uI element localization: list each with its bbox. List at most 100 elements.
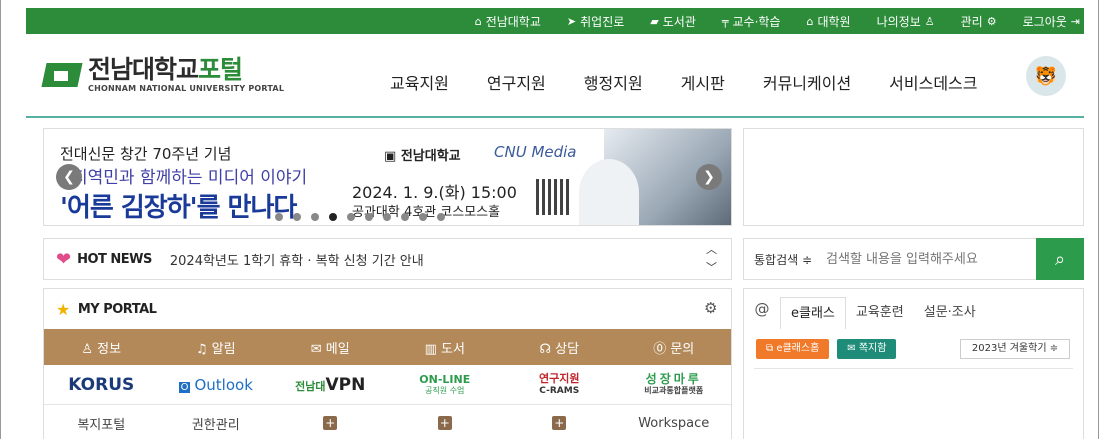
tab-survey[interactable]: 설문·조사 <box>914 297 986 329</box>
banner-org-text: 전남대학교 <box>400 149 461 164</box>
nav-admin[interactable]: 행정지원 <box>584 70 643 94</box>
banner-pagination <box>275 213 445 221</box>
tab-training[interactable]: 교육훈련 <box>846 297 914 329</box>
my-portal-menu: ♙ 정보 ♫ 알림 ✉ 메일 ▥ 도서 ☊ 상담 ⓪ 문의 <box>44 329 731 365</box>
pagination-dot[interactable] <box>329 213 337 221</box>
logo-subtitle: CHONNAM NATIONAL UNIVERSITY PORTAL <box>88 84 285 93</box>
eclass-panel: @ e클래스 교육훈련 설문·조사 ⧉ e클래스홈 ✉ 쪽지함 2023년 겨울… <box>743 288 1084 439</box>
my-portal-panel: ★ MY PORTAL ⚙ ♙ 정보 ♫ 알림 ✉ 메일 ▥ 도서 ☊ 상담 ⓪… <box>43 288 732 439</box>
search-input[interactable] <box>826 251 1027 267</box>
menu-info[interactable]: ♙ 정보 <box>44 338 159 357</box>
topbar-label: 전남대학교 <box>485 14 541 29</box>
nav-service-desk[interactable]: 서비스데스크 <box>889 70 977 94</box>
outlook-link[interactable]: O Outlook <box>159 376 274 394</box>
topbar-link-univ[interactable]: ⌂ 전남대학교 <box>475 13 541 30</box>
gear-icon[interactable]: ⚙ <box>704 299 717 317</box>
sungjang-link[interactable]: 성장마루 비교과통합플랫폼 <box>617 373 732 397</box>
logo-accent-text: 포털 <box>198 55 243 84</box>
add-link-button[interactable]: + <box>502 415 617 431</box>
outlook-icon: O <box>178 381 191 393</box>
banner-org-logo: ▣ 전남대학교 <box>384 149 461 164</box>
topbar-link-graduate[interactable]: ⌂ 대학원 <box>806 13 850 30</box>
search-scope-select[interactable]: 통합검색 ≑ <box>754 251 812 268</box>
eclass-home-label: e클래스홈 <box>776 343 820 354</box>
online-link[interactable]: ON-LINE 공직원 수업 <box>388 374 503 396</box>
topbar-link-career[interactable]: ➤ 취업진로 <box>567 13 624 30</box>
building-icon: ⌂ <box>806 14 814 28</box>
star-icon: ★ <box>56 299 70 319</box>
chevron-down-icon[interactable]: ﹀ <box>706 259 717 277</box>
book-icon: ▰ <box>650 14 659 28</box>
my-portal-header: ★ MY PORTAL ⚙ <box>44 289 731 329</box>
nav-research[interactable]: 연구지원 <box>487 70 546 94</box>
pagination-dot[interactable] <box>401 213 409 221</box>
logout-link[interactable]: 로그아웃 ⇥ <box>1023 13 1080 30</box>
message-box-button[interactable]: ✉ 쪽지함 <box>837 339 897 359</box>
right-banner-area <box>743 128 1084 226</box>
my-portal-title: MY PORTAL <box>77 301 157 317</box>
nav-board[interactable]: 게시판 <box>681 70 725 94</box>
crams-link[interactable]: 연구지원 C-RAMS <box>502 372 617 397</box>
logo-mark-icon <box>41 59 83 91</box>
menu-inquiry[interactable]: ⓪ 문의 <box>617 338 732 357</box>
eclass-tools: ⧉ e클래스홈 ✉ 쪽지함 <box>756 339 897 359</box>
search-button[interactable]: ⌕ <box>1036 238 1084 280</box>
topbar-label: 교수·학습 <box>732 14 781 29</box>
vpn-label: VPN <box>325 374 366 395</box>
menu-library[interactable]: ▥ 도서 <box>388 338 503 357</box>
qr-code-icon <box>536 179 572 215</box>
chevron-right-icon: ❯ <box>703 169 715 185</box>
banner-line2: 지역민과 함께하는 미디어 이야기 <box>72 168 308 188</box>
online-sub: 공직원 수업 <box>425 385 465 395</box>
pagination-dot[interactable] <box>383 213 391 221</box>
my-info-label: 나의정보 <box>876 14 921 29</box>
quick-links-row2: 복지포털 권한관리 + + + Workspace <box>44 405 731 439</box>
online-label: ON-LINE <box>419 372 471 386</box>
admin-link[interactable]: 관리 ⚙ <box>961 13 997 30</box>
person-icon: ♙ <box>924 14 935 28</box>
workspace-link[interactable]: Workspace <box>617 416 732 431</box>
menu-alerts[interactable]: ♫ 알림 <box>159 338 274 357</box>
pagination-dot[interactable] <box>419 213 427 221</box>
event-banner[interactable]: 전대신문 창간 70주년 기념 지역민과 함께하는 미디어 이야기 '어른 김장… <box>43 128 732 226</box>
mascot-avatar[interactable]: 🐯 <box>1026 56 1066 96</box>
topbar-link-teaching[interactable]: ╤ 교수·학습 <box>722 13 781 30</box>
pagination-dot[interactable] <box>365 213 373 221</box>
pagination-dot[interactable] <box>293 213 301 221</box>
add-link-button[interactable]: + <box>388 415 503 431</box>
banner-next-button[interactable]: ❯ <box>696 164 722 190</box>
tab-eclass[interactable]: e클래스 <box>780 297 846 329</box>
menu-mail[interactable]: ✉ 메일 <box>273 338 388 357</box>
gear-icon: ⚙ <box>986 14 997 28</box>
hot-news-item[interactable]: 2024학년도 1학기 휴학 · 복학 신청 기간 안내 <box>170 250 424 269</box>
site-header: 전남대학교포털 CHONNAM NATIONAL UNIVERSITY PORT… <box>26 34 1084 118</box>
sungjang-sub: 비교과통합플랫폼 <box>644 385 704 395</box>
nav-education[interactable]: 교육지원 <box>390 70 449 94</box>
add-link-button[interactable]: + <box>273 415 388 431</box>
nav-communication[interactable]: 커뮤니케이션 <box>763 70 851 94</box>
chevron-left-icon: ❮ <box>63 169 75 185</box>
topbar-link-library[interactable]: ▰ 도서관 <box>650 13 696 30</box>
top-utility-bar: ⌂ 전남대학교 ➤ 취업진로 ▰ 도서관 ╤ 교수·학습 ⌂ 대학원 나의정보 ♙ 관리 ⚙ … <box>26 8 1084 34</box>
at-icon[interactable]: @ <box>744 289 780 329</box>
search-icon: ⌕ <box>1054 248 1066 270</box>
vpn-link[interactable]: 전남대VPN <box>273 375 388 395</box>
menu-counsel[interactable]: ☊ 상담 <box>502 338 617 357</box>
chevron-up-icon[interactable]: ︿ <box>706 241 717 259</box>
my-info-link[interactable]: 나의정보 ♙ <box>877 13 935 30</box>
pagination-dot[interactable] <box>437 213 445 221</box>
logo-text: 전남대학교포털 CHONNAM NATIONAL UNIVERSITY PORT… <box>88 55 285 94</box>
permission-link[interactable]: 권한관리 <box>159 414 274 433</box>
pagination-dot[interactable] <box>275 213 283 221</box>
pagination-dot[interactable] <box>347 213 355 221</box>
welfare-portal-link[interactable]: 복지포털 <box>44 414 159 433</box>
term-select[interactable]: 2023년 겨울학기 ≑ <box>960 339 1070 359</box>
chair-icon: ╤ <box>721 14 729 28</box>
pagination-dot[interactable] <box>311 213 319 221</box>
tab-bar: @ e클래스 교육훈련 설문·조사 <box>744 289 1083 329</box>
hot-news-label: HOT NEWS <box>77 251 152 267</box>
banner-prev-button[interactable]: ❮ <box>56 164 82 190</box>
korus-link[interactable]: KORUS <box>44 375 159 395</box>
eclass-home-button[interactable]: ⧉ e클래스홈 <box>756 339 830 359</box>
site-logo[interactable]: 전남대학교포털 CHONNAM NATIONAL UNIVERSITY PORT… <box>41 55 285 94</box>
